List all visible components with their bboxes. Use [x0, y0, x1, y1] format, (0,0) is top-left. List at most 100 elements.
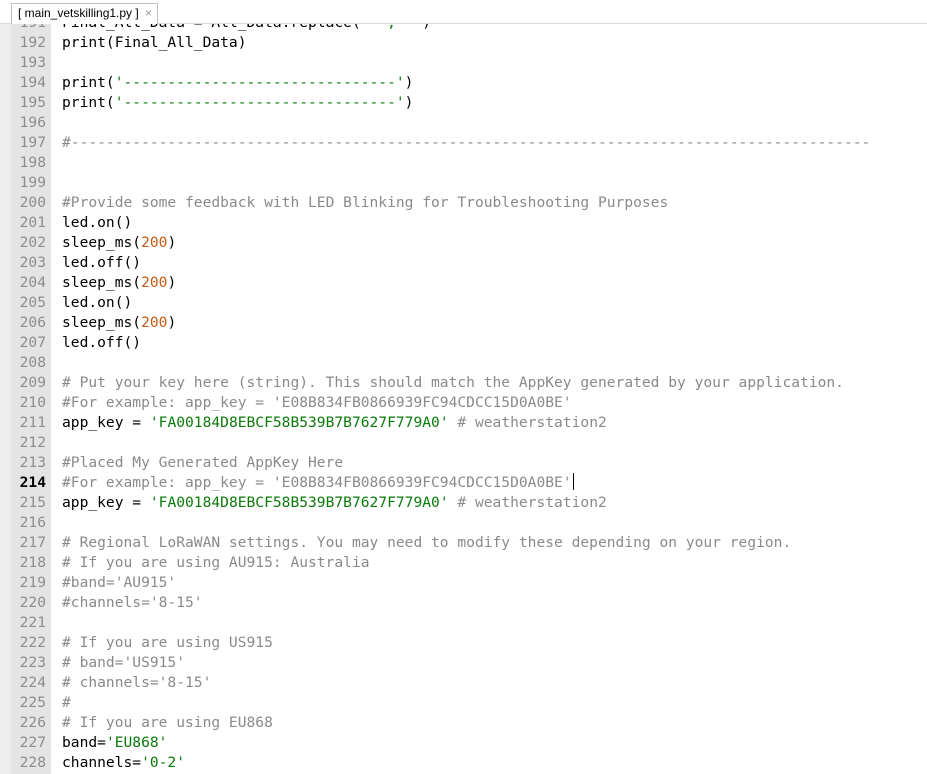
token-code: led.on() — [62, 294, 133, 311]
code-line[interactable]: 191 Final_All_Data = All_Data.replace(' ,… — [0, 24, 927, 33]
code-text: sleep_ms(200) — [62, 313, 176, 333]
code-line[interactable]: 218 # If you are using AU915: Australia — [0, 553, 927, 573]
code-line[interactable]: 199 — [0, 173, 927, 193]
code-text: sleep_ms(200) — [62, 273, 176, 293]
token-comment: # — [62, 694, 71, 711]
line-number: 225 — [19, 694, 46, 711]
line-number: 200 — [19, 194, 46, 211]
line-number: 216 — [19, 514, 46, 531]
code-text: # If you are using AU915: Australia — [62, 553, 370, 573]
code-line[interactable]: 219 #band='AU915' — [0, 573, 927, 593]
code-line[interactable]: 195 print('------------------------------… — [0, 93, 927, 113]
line-number: 195 — [19, 94, 46, 111]
code-line[interactable]: 227 band='EU868' — [0, 733, 927, 753]
code-line[interactable]: 204 sleep_ms(200) — [0, 273, 927, 293]
token-comment: #band='AU915' — [62, 574, 177, 591]
token-code: led.off() — [62, 254, 142, 271]
token-comment: #channels='8-15' — [62, 594, 203, 611]
token-comment: # If you are using AU915: Australia — [62, 554, 370, 571]
line-number: 210 — [19, 394, 46, 411]
code-text: #For example: app_key = 'E08B834FB086693… — [62, 473, 574, 493]
code-line[interactable]: 202 sleep_ms(200) — [0, 233, 927, 253]
line-number: 199 — [19, 174, 46, 191]
line-number: 215 — [19, 494, 46, 511]
token-comment: # band='US915' — [62, 654, 186, 671]
code-line[interactable]: 226 # If you are using EU868 — [0, 713, 927, 733]
code-line[interactable]: 221 — [0, 613, 927, 633]
token-code: sleep_ms( — [62, 274, 142, 291]
token-code: led.on() — [62, 214, 133, 231]
token-comment: #Placed My Generated AppKey Here — [62, 454, 344, 471]
token-comment: #---------------------------------------… — [62, 134, 871, 151]
code-text: # channels='8-15' — [62, 673, 211, 693]
token-code: sleep_ms( — [62, 234, 142, 251]
code-line[interactable]: 210 #For example: app_key = 'E08B834FB086… — [0, 393, 927, 413]
token-code: ) — [167, 314, 177, 331]
token-code: print( — [62, 94, 115, 111]
code-text: #channels='8-15' — [62, 593, 203, 613]
token-string: '-------------------------------' — [114, 74, 405, 91]
code-line[interactable]: 194 print('------------------------------… — [0, 73, 927, 93]
code-text: # If you are using EU868 — [62, 713, 273, 733]
code-line[interactable]: 208 — [0, 353, 927, 373]
code-text: led.off() — [62, 253, 141, 273]
token-comment: # If you are using EU868 — [62, 714, 273, 731]
code-line[interactable]: 211 app_key = 'FA00184D8EBCF58B539B7B7627… — [0, 413, 927, 433]
line-number: 209 — [19, 374, 46, 391]
text-caret — [572, 473, 574, 490]
code-line[interactable]: 207 led.off() — [0, 333, 927, 353]
token-string: 'FA00184D8EBCF58B539B7B7627F779A0' — [149, 414, 449, 431]
code-line[interactable]: 206 sleep_ms(200) — [0, 313, 927, 333]
code-line[interactable]: 192 print(Final_All_Data) — [0, 33, 927, 53]
code-editor[interactable]: 191 Final_All_Data = All_Data.replace(' ,… — [0, 24, 927, 774]
code-line[interactable]: 209 # Put your key here (string). This sh… — [0, 373, 927, 393]
file-tab[interactable]: [ main_vetskilling1.py ] × — [11, 3, 158, 24]
token-code: ) — [404, 74, 414, 91]
code-text: # If you are using US915 — [62, 633, 273, 653]
code-line[interactable]: 193 — [0, 53, 927, 73]
file-tab-title: [ main_vetskilling1.py ] — [18, 6, 139, 20]
tab-bar: [ main_vetskilling1.py ] × — [0, 0, 927, 24]
code-line[interactable]: 215 app_key = 'FA00184D8EBCF58B539B7B7627… — [0, 493, 927, 513]
line-number: 213 — [19, 454, 46, 471]
token-number: 200 — [141, 234, 168, 251]
code-line[interactable]: 200 #Provide some feedback with LED Blink… — [0, 193, 927, 213]
code-line[interactable]: 228 channels='0-2' — [0, 753, 927, 773]
token-code: ) — [167, 274, 177, 291]
line-number: 207 — [19, 334, 46, 351]
code-text: app_key = 'FA00184D8EBCF58B539B7B7627F77… — [62, 493, 607, 513]
line-number: 203 — [19, 254, 46, 271]
token-comment: #Provide some feedback with LED Blinking… — [62, 194, 669, 211]
token-comment: # channels='8-15' — [62, 674, 212, 691]
code-line[interactable]: 203 led.off() — [0, 253, 927, 273]
line-number: 192 — [19, 34, 46, 51]
code-line[interactable]: 220 #channels='8-15' — [0, 593, 927, 613]
code-line[interactable]: 213 #Placed My Generated AppKey Here — [0, 453, 927, 473]
code-line[interactable]: 216 — [0, 513, 927, 533]
code-line[interactable]: 223 # band='US915' — [0, 653, 927, 673]
token-code: ) — [404, 94, 414, 111]
close-icon[interactable]: × — [145, 4, 152, 23]
code-line[interactable]: 222 # If you are using US915 — [0, 633, 927, 653]
code-lines[interactable]: 191 Final_All_Data = All_Data.replace(' ,… — [0, 24, 927, 773]
code-text: channels='0-2' — [62, 753, 185, 773]
code-text: Final_All_Data = All_Data.replace(' , ') — [62, 24, 431, 33]
code-text: band='EU868' — [62, 733, 167, 753]
token-string: '-------------------------------' — [114, 94, 405, 111]
line-number: 224 — [19, 674, 46, 691]
line-number: 214 — [19, 474, 46, 491]
code-line[interactable]: 196 — [0, 113, 927, 133]
token-code: app_key = — [62, 414, 150, 431]
code-line[interactable]: 224 # channels='8-15' — [0, 673, 927, 693]
code-line[interactable]: 212 — [0, 433, 927, 453]
code-line[interactable]: 217 # Regional LoRaWAN settings. You may … — [0, 533, 927, 553]
code-line[interactable]: 197 #------------------------------------… — [0, 133, 927, 153]
code-line[interactable]: 205 led.on() — [0, 293, 927, 313]
code-line[interactable]: 214 #For example: app_key = 'E08B834FB086… — [0, 473, 927, 493]
code-line[interactable]: 201 led.on() — [0, 213, 927, 233]
code-line[interactable]: 225 # — [0, 693, 927, 713]
code-line[interactable]: 198 — [0, 153, 927, 173]
line-number: 220 — [19, 594, 46, 611]
line-number: 197 — [19, 134, 46, 151]
code-text: #---------------------------------------… — [62, 133, 870, 153]
